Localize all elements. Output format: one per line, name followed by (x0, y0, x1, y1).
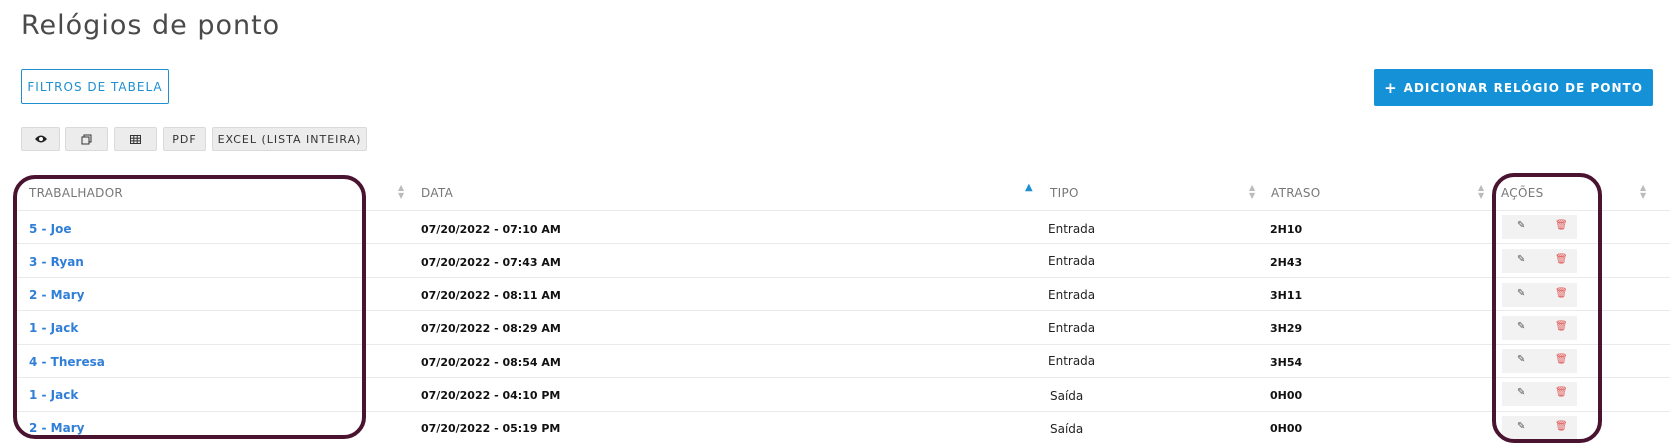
type-cell: Saída (1050, 422, 1084, 436)
sort-icon[interactable]: ▲ ▼ (1640, 184, 1646, 200)
column-header-data[interactable]: DATA (421, 186, 453, 200)
date-cell: 07/20/2022 - 07:43 AM (421, 256, 561, 269)
date-cell: 07/20/2022 - 08:29 AM (421, 322, 561, 335)
delay-cell: 2H10 (1270, 223, 1303, 236)
type-cell: Entrada (1048, 254, 1096, 268)
delay-cell: 3H54 (1270, 356, 1303, 369)
date-cell: 07/20/2022 - 04:10 PM (421, 389, 561, 402)
type-cell: Entrada (1048, 354, 1096, 368)
delay-cell: 0H00 (1270, 389, 1303, 402)
worker-column-highlight (13, 175, 366, 439)
delay-cell: 2H43 (1270, 256, 1303, 269)
sort-asc-icon[interactable]: ▲ (1025, 183, 1033, 193)
sort-icon[interactable]: ▲ ▼ (1249, 184, 1255, 200)
delay-cell: 3H11 (1270, 289, 1303, 302)
delay-cell: 3H29 (1270, 322, 1303, 335)
copy-button[interactable] (65, 127, 108, 151)
delay-cell: 0H00 (1270, 422, 1303, 435)
page-title: Relógios de ponto (21, 10, 281, 41)
date-cell: 07/20/2022 - 08:11 AM (421, 289, 561, 302)
sort-icon[interactable]: ▲ ▼ (398, 184, 404, 200)
sort-icon[interactable]: ▲ ▼ (1478, 184, 1484, 200)
csv-button[interactable] (114, 127, 157, 151)
column-header-tipo[interactable]: TIPO (1050, 186, 1079, 200)
type-cell: Entrada (1048, 222, 1096, 236)
add-time-clock-button[interactable]: + ADICIONAR RELÓGIO DE PONTO (1374, 69, 1653, 106)
date-cell: 07/20/2022 - 05:19 PM (421, 422, 561, 435)
copy-icon (81, 134, 92, 144)
excel-button[interactable]: EXCEL (LISTA INTEIRA) (212, 127, 367, 151)
date-cell: 07/20/2022 - 07:10 AM (421, 223, 561, 236)
plus-icon: + (1384, 78, 1398, 97)
eye-icon (34, 135, 47, 143)
type-cell: Saída (1050, 389, 1084, 403)
add-time-clock-label: ADICIONAR RELÓGIO DE PONTO (1403, 80, 1643, 95)
actions-column-highlight (1492, 173, 1602, 443)
column-header-atraso[interactable]: ATRASO (1271, 186, 1321, 200)
date-cell: 07/20/2022 - 08:54 AM (421, 356, 561, 369)
type-cell: Entrada (1048, 321, 1096, 335)
pdf-button[interactable]: PDF (163, 127, 206, 151)
column-visibility-button[interactable] (21, 127, 60, 151)
table-filters-button[interactable]: FILTROS DE TABELA (21, 69, 169, 104)
grid-icon (130, 134, 141, 144)
type-cell: Entrada (1048, 288, 1096, 302)
